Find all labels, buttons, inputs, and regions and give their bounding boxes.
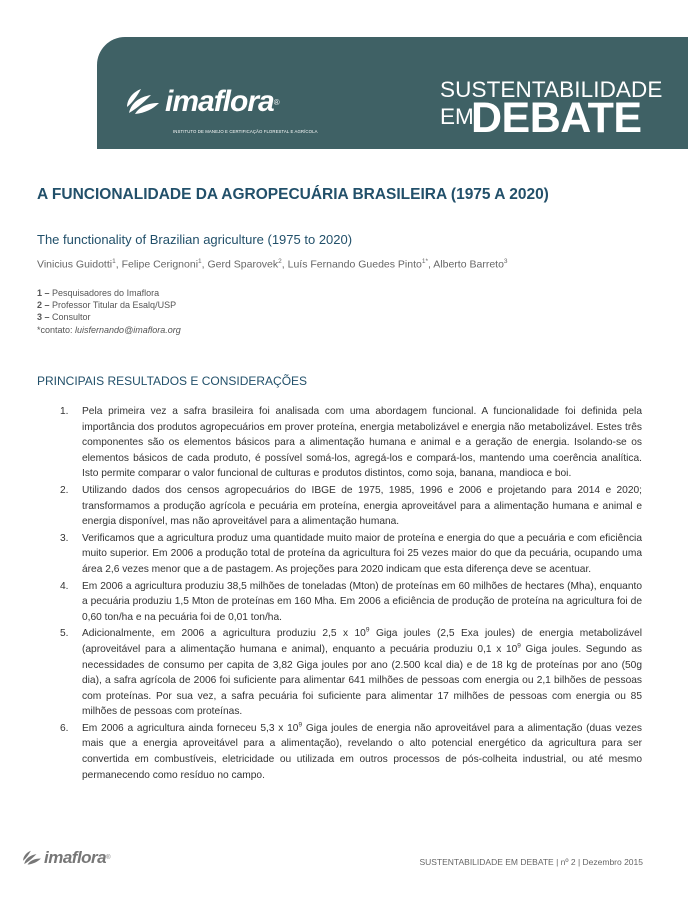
contact-email: luisfernando@imaflora.org	[75, 324, 181, 335]
affiliations: 1 – Pesquisadores do Imaflora 2 – Profes…	[37, 287, 181, 336]
logo-tagline: INSTITUTO DE MANEJO E CERTIFICAÇÃO FLORE…	[173, 129, 318, 134]
leaf-logo-icon	[23, 850, 41, 865]
affiliation-3: 3 – Consultor	[37, 312, 91, 323]
author-name: Vinicius Guidotti	[37, 258, 113, 271]
article-subtitle: The functionality of Brazilian agricultu…	[37, 232, 353, 247]
imaflora-logo: imaflora ®	[125, 87, 280, 117]
author-name: Gerd Sparovek	[207, 258, 279, 271]
series-title-em: EM	[440, 104, 474, 129]
footer-logo: imaflora ®	[22, 848, 111, 868]
leaf-logo-icon	[127, 89, 159, 114]
logo-registered-mark: ®	[273, 97, 280, 107]
list-item: 6. Em 2006 a agricultura ainda forneceu 5…	[60, 721, 642, 781]
header-banner: imaflora ® INSTITUTO DE MANEJO E CERTIFIC…	[97, 37, 688, 149]
list-item: 2. Utilizando dados dos censos agropecuár…	[60, 484, 642, 528]
author-name: Felipe Cerignoni	[121, 258, 199, 271]
logo-wordmark: imaflora	[165, 85, 275, 118]
footer-wordmark: imaflora	[44, 848, 107, 867]
section-heading: PRINCIPAIS RESULTADOS E CONSIDERAÇÕES	[37, 374, 308, 388]
contact-line: *contato: luisfernando@imaflora.org	[37, 324, 181, 335]
author-name: Alberto Barreto	[433, 258, 504, 271]
affiliation-2: 2 – Professor Titular da Esalq/USP	[37, 300, 177, 311]
series-title-debate: DEBATE	[471, 94, 642, 142]
affiliation-1: 1 – Pesquisadores do Imaflora	[37, 288, 160, 298]
author-name: Luís Fernando Guedes Pinto	[287, 258, 422, 271]
list-item: 3. Verificamos que a agricultura produz u…	[60, 532, 642, 575]
author-affiliation-mark: 3	[503, 258, 508, 265]
list-item: 4. Em 2006 a agricultura produziu 38,5 mi…	[60, 580, 642, 623]
list-item: 5. Adicionalmente, em 2006 a agricultura …	[60, 626, 642, 718]
author-list: Vinicius Guidotti1, Felipe Cerignoni1, G…	[37, 258, 508, 271]
results-list: 1. Pela primeira vez a safra brasileira f…	[60, 404, 642, 784]
footer-publication-info: SUSTENTABILIDADE EM DEBATE | nº 2 | Deze…	[419, 857, 643, 867]
footer-registered-mark: ®	[106, 855, 111, 861]
list-item: 1. Pela primeira vez a safra brasileira f…	[60, 406, 642, 480]
article-title: A FUNCIONALIDADE DA AGROPECUÁRIA BRASILE…	[37, 186, 549, 203]
